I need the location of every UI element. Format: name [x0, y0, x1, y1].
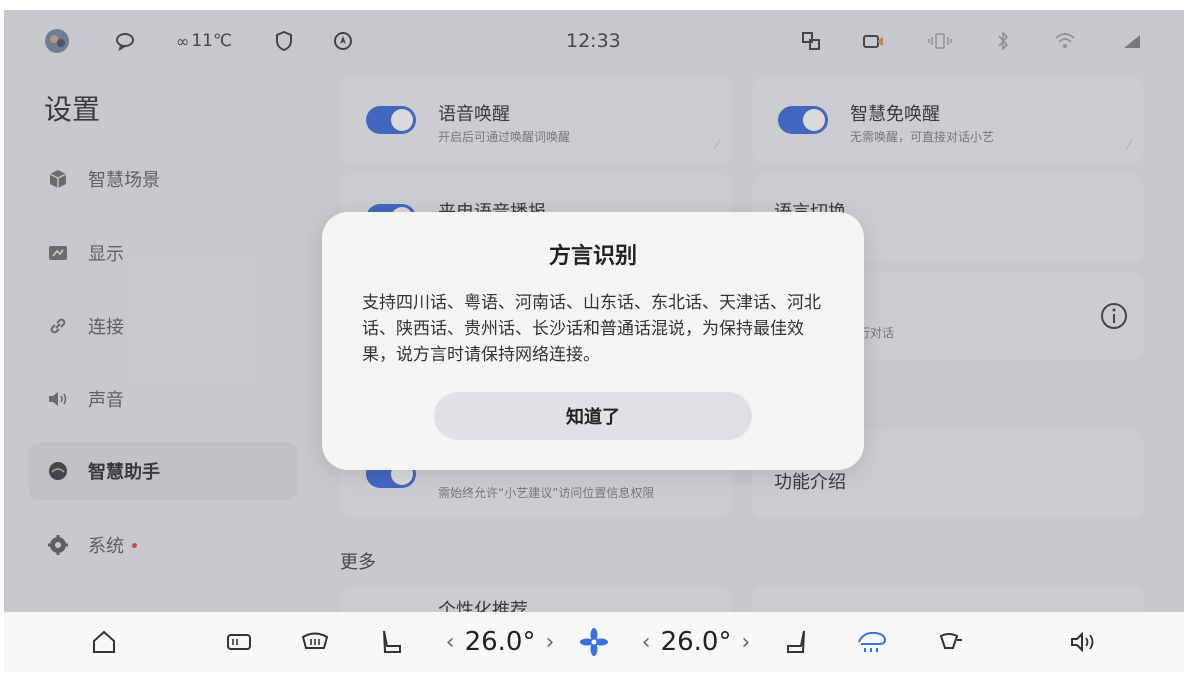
car-screen: ∞ 11℃ 12:33 设置 智慧场景 显示 连接 声音 智慧助手 系统 语音唤… [4, 10, 1184, 672]
bottom-dock: ‹ 26.0° › ‹ 26.0° › [4, 612, 1184, 672]
seat-heat-left-icon[interactable] [374, 612, 408, 672]
left-temperature-control[interactable]: ‹ 26.0° › [444, 612, 556, 672]
front-defrost-icon[interactable] [298, 612, 332, 672]
dialog-title: 方言识别 [548, 244, 637, 269]
dialect-dialog: 方言识别 支持四川话、粤语、河南话、山东话、东北话、天津话、河北话、陕西话、贵州… [322, 212, 864, 470]
dialog-body: 支持四川话、粤语、河南话、山东话、东北话、天津话、河北话、陕西话、贵州话、长沙话… [362, 293, 821, 365]
temp-down-right[interactable]: ‹ [642, 630, 651, 655]
right-temperature: 26.0° [660, 627, 732, 657]
got-it-button[interactable]: 知道了 [434, 392, 752, 440]
air-circulation-icon[interactable] [852, 612, 892, 672]
home-icon[interactable] [88, 612, 120, 672]
left-temperature: 26.0° [464, 627, 536, 657]
temp-up-left[interactable]: › [545, 630, 554, 655]
fan-icon[interactable] [576, 612, 612, 672]
temp-down-left[interactable]: ‹ [446, 630, 455, 655]
seat-ventilation-icon[interactable] [932, 612, 968, 672]
volume-icon[interactable] [1066, 612, 1100, 672]
rear-defrost-icon[interactable] [222, 612, 256, 672]
seat-heat-right-icon[interactable] [780, 612, 814, 672]
temp-up-right[interactable]: › [741, 630, 750, 655]
right-temperature-control[interactable]: ‹ 26.0° › [640, 612, 752, 672]
